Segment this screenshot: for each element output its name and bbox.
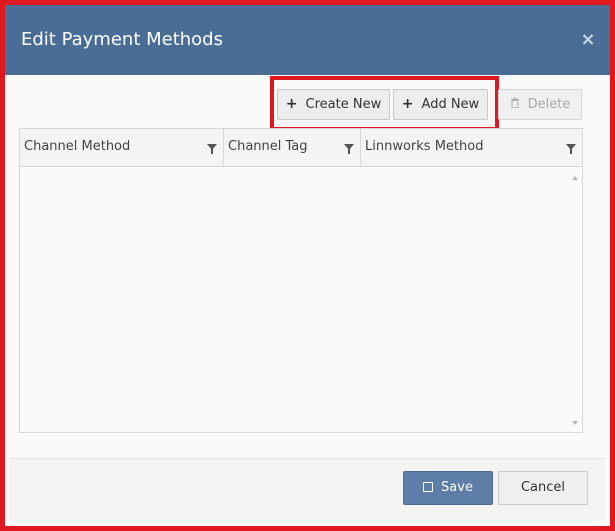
delete-label: Delete xyxy=(527,97,571,112)
scroll-up-arrow[interactable] xyxy=(572,176,578,180)
column-header-label: Channel Tag xyxy=(228,139,308,154)
save-button[interactable]: Save xyxy=(403,471,493,505)
plus-icon: + xyxy=(285,96,298,112)
close-icon[interactable]: × xyxy=(580,31,596,49)
modal-header: Edit Payment Methods × xyxy=(5,5,610,75)
column-header-label: Channel Method xyxy=(24,139,131,154)
add-new-label: Add New xyxy=(421,97,480,112)
delete-button[interactable]: Delete xyxy=(498,89,582,120)
filter-icon[interactable] xyxy=(344,144,354,154)
cancel-button[interactable]: Cancel xyxy=(498,471,588,505)
add-new-button[interactable]: + Add New xyxy=(393,89,488,120)
payment-methods-grid: Channel Method Channel Tag Linnworks Met… xyxy=(19,128,583,433)
create-new-label: Create New xyxy=(305,97,382,112)
create-new-button[interactable]: + Create New xyxy=(277,89,390,120)
column-header-linnworks-method[interactable]: Linnworks Method xyxy=(361,129,582,166)
floppy-disk-icon xyxy=(423,482,434,492)
column-header-channel-method[interactable]: Channel Method xyxy=(20,129,224,166)
column-header-label: Linnworks Method xyxy=(365,139,484,154)
save-label: Save xyxy=(441,480,473,495)
trash-icon xyxy=(510,90,520,119)
filter-icon[interactable] xyxy=(566,144,576,154)
cancel-label: Cancel xyxy=(520,480,566,495)
column-header-channel-tag[interactable]: Channel Tag xyxy=(224,129,361,166)
grid-header: Channel Method Channel Tag Linnworks Met… xyxy=(20,129,582,167)
plus-icon: + xyxy=(401,96,414,112)
dialog-title: Edit Payment Methods xyxy=(21,29,223,50)
filter-icon[interactable] xyxy=(207,144,217,154)
scroll-down-arrow[interactable] xyxy=(572,421,578,425)
